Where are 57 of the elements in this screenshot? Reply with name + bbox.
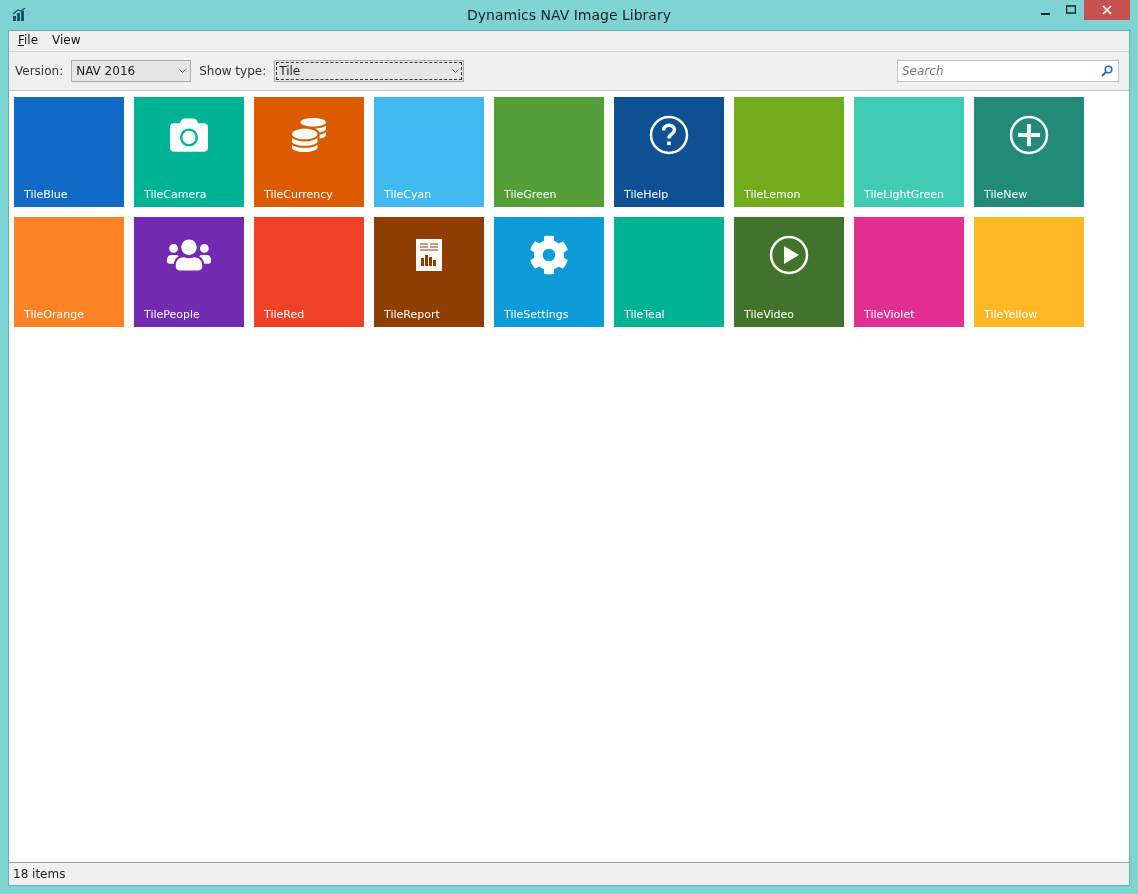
image-tile[interactable]: TileLemon xyxy=(734,97,844,207)
tile-label: TileRed xyxy=(264,308,305,321)
search-field[interactable]: Search xyxy=(897,60,1119,82)
coins-icon xyxy=(292,118,326,152)
tile-label: TileLightGreen xyxy=(864,188,945,201)
image-tile[interactable]: TileHelp xyxy=(614,97,724,207)
camera-icon xyxy=(170,116,208,154)
image-tile[interactable]: TileCamera xyxy=(134,97,244,207)
menu-item[interactable]: File xyxy=(13,33,44,49)
image-tile[interactable]: TileBlue xyxy=(14,97,124,207)
dropdown-caret-icon xyxy=(179,69,187,73)
dropdown-caret-icon xyxy=(452,69,460,73)
window-title: Dynamics NAV Image Library xyxy=(467,7,671,23)
version-label: Version: xyxy=(15,64,64,78)
close-icon xyxy=(1102,5,1112,15)
tile-label: TileSettings xyxy=(504,308,569,321)
version-dropdown[interactable]: NAV 2016 xyxy=(71,60,192,82)
tile-label: TileCurrency xyxy=(264,188,333,201)
image-tile[interactable]: TileReport xyxy=(374,217,484,327)
image-tile[interactable]: TileRed xyxy=(254,217,364,327)
help-icon xyxy=(649,115,689,155)
plus-icon xyxy=(1009,115,1049,155)
tile-label: TileTeal xyxy=(624,308,665,321)
image-tile[interactable]: TileViolet xyxy=(854,217,964,327)
tile-label: TileCamera xyxy=(144,188,207,201)
tile-label: TileOrange xyxy=(24,308,84,321)
image-tile[interactable]: TileOrange xyxy=(14,217,124,327)
status-text: 18 items xyxy=(13,867,66,881)
tile-label: TileBlue xyxy=(24,188,68,201)
show-type-dropdown[interactable]: Tile xyxy=(274,60,465,82)
image-tile[interactable]: TileTeal xyxy=(614,217,724,327)
tile-label: TileYellow xyxy=(984,308,1038,321)
play-icon xyxy=(769,235,809,275)
image-tile[interactable]: TileVideo xyxy=(734,217,844,327)
tile-label: TilePeople xyxy=(144,308,200,321)
settings-icon xyxy=(529,235,569,275)
image-tile[interactable]: TileCyan xyxy=(374,97,484,207)
report-icon xyxy=(416,239,442,271)
app-chart-icon xyxy=(12,8,26,22)
tile-label: TileHelp xyxy=(624,188,669,201)
minimize-icon xyxy=(1040,12,1050,15)
image-tile[interactable]: TileNew xyxy=(974,97,1084,207)
tile-label: TileVideo xyxy=(744,308,795,321)
image-tile[interactable]: TilePeople xyxy=(134,217,244,327)
image-tile[interactable]: TileSettings xyxy=(494,217,604,327)
image-tile[interactable]: TileCurrency xyxy=(254,97,364,207)
maximize-icon xyxy=(1066,5,1076,15)
tile-label: TileViolet xyxy=(864,308,915,321)
tile-label: TileGreen xyxy=(504,188,557,201)
tile-label: TileLemon xyxy=(744,188,801,201)
image-tile[interactable]: TileGreen xyxy=(494,97,604,207)
tile-label: TileCyan xyxy=(384,188,432,201)
menu-item[interactable]: View xyxy=(47,33,86,49)
tile-label: TileNew xyxy=(984,188,1028,201)
show-type-label: Show type: xyxy=(199,64,267,78)
tile-label: TileReport xyxy=(384,308,440,321)
search-icon xyxy=(1101,65,1113,77)
